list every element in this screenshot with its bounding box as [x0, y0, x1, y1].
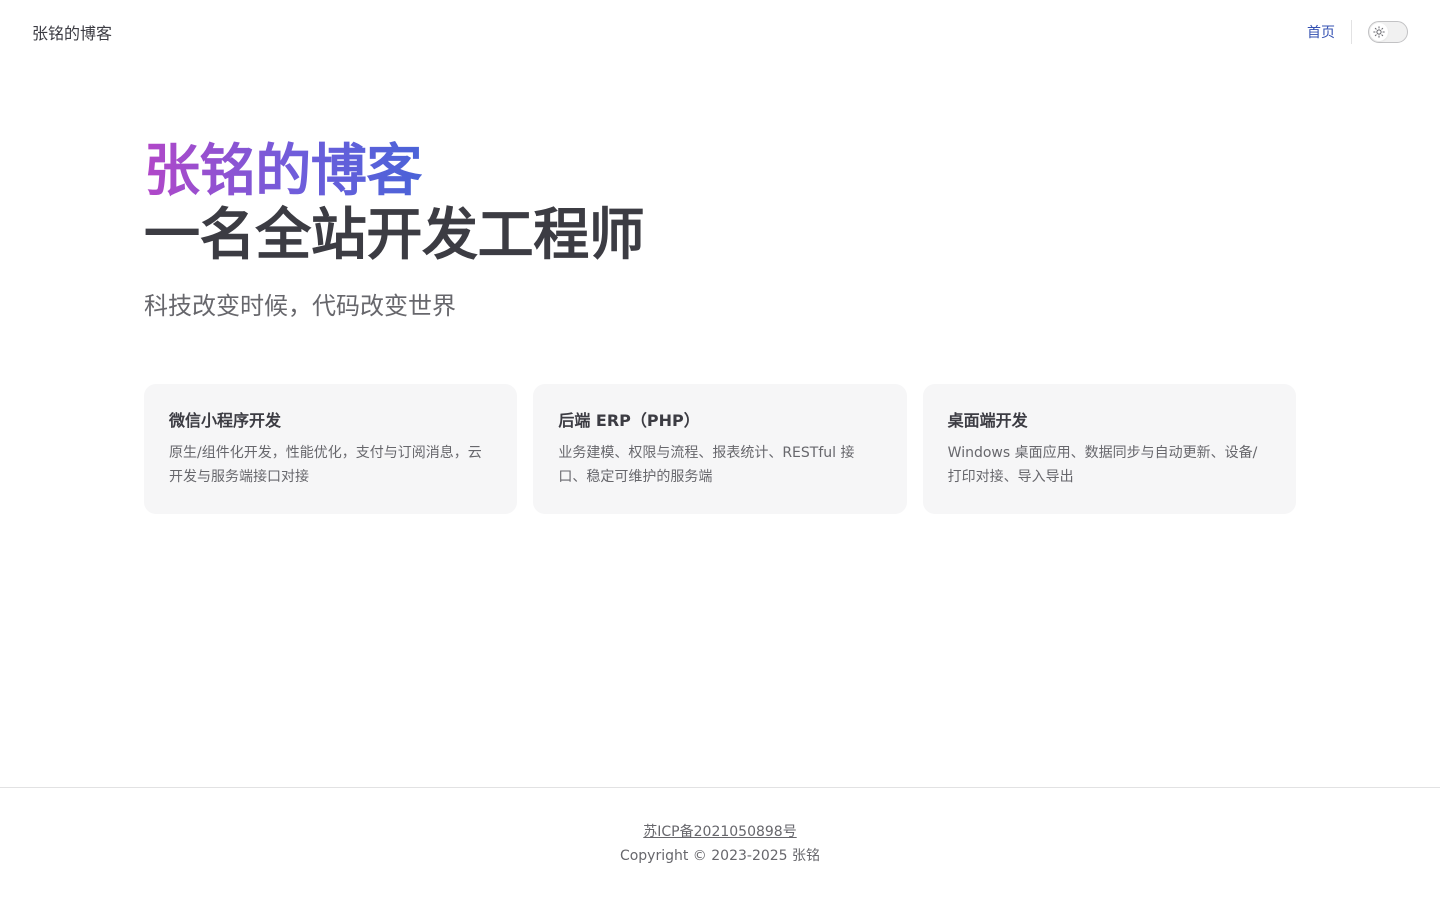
feature-title: 微信小程序开发	[169, 411, 282, 430]
switch-knob	[1370, 23, 1388, 41]
feature-card-erp: 后端 ERP（PHP） 业务建模、权限与流程、报表统计、RESTful 接口、稳…	[533, 384, 907, 514]
feature-card-miniprogram: 微信小程序开发 原生/组件化开发，性能优化，支付与订阅消息，云开发与服务端接口对…	[144, 384, 518, 514]
footer: 苏ICP备2021050898号 Copyright © 2023-2025 张…	[0, 787, 1440, 900]
top-nav: 张铭的博客 首页	[0, 0, 1440, 64]
feature-details: 原生/组件化开发，性能优化，支付与订阅消息，云开发与服务端接口对接	[169, 445, 482, 485]
icp-link[interactable]: 苏ICP备2021050898号	[643, 820, 796, 844]
nav-right: 首页	[1295, 0, 1408, 64]
feature-details: 业务建模、权限与流程、报表统计、RESTful 接口、稳定可维护的服务端	[558, 445, 855, 485]
nav-link-home[interactable]: 首页	[1295, 22, 1347, 42]
feature-title: 桌面端开发	[947, 411, 1028, 430]
feature-details: Windows 桌面应用、数据同步与自动更新、设备/打印对接、导入导出	[947, 445, 1258, 485]
nav-divider	[1351, 20, 1352, 44]
hero-section: 张铭的博客 一名全站开发工程师 科技改变时候，代码改变世界	[144, 140, 1296, 324]
sun-icon	[1373, 26, 1385, 38]
copyright-text: Copyright © 2023-2025 张铭	[619, 848, 821, 864]
hero-name: 张铭的博客	[144, 139, 423, 204]
site-title-link[interactable]: 张铭的博客	[32, 20, 112, 44]
hero-text: 一名全站开发工程师	[144, 203, 645, 268]
feature-card-desktop: 桌面端开发 Windows 桌面应用、数据同步与自动更新、设备/打印对接、导入导…	[922, 384, 1296, 514]
features-section: 微信小程序开发 原生/组件化开发，性能优化，支付与订阅消息，云开发与服务端接口对…	[144, 384, 1296, 514]
hero-tagline: 科技改变时候，代码改变世界	[144, 292, 456, 320]
feature-title: 后端 ERP（PHP）	[558, 411, 700, 430]
theme-toggle-switch[interactable]	[1368, 21, 1408, 43]
